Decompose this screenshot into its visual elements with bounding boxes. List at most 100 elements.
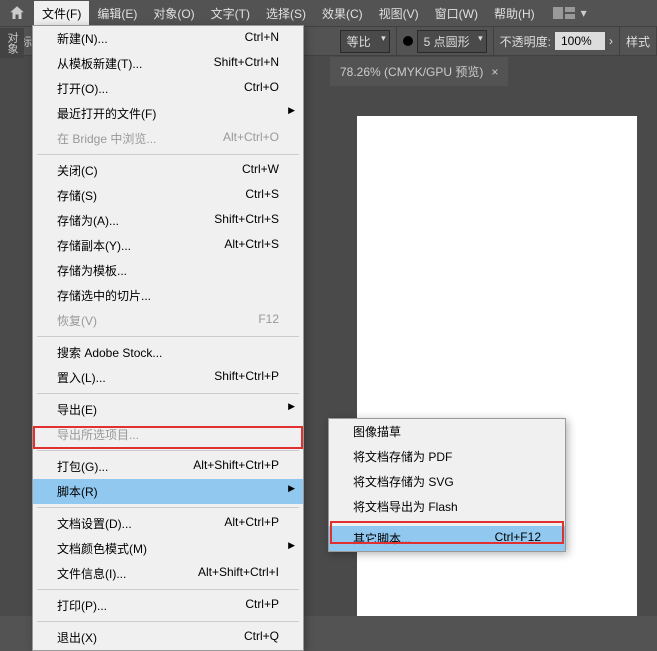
menu-item-label: 文档设置(D)... bbox=[57, 515, 132, 532]
menu-item[interactable]: 存储选中的切片... bbox=[33, 283, 303, 308]
menu-item-label: 存储(S) bbox=[57, 187, 97, 204]
menu-item-label: 置入(L)... bbox=[57, 369, 106, 386]
menu-item[interactable]: 文件(F) bbox=[34, 1, 89, 26]
menu-item[interactable]: 打包(G)... Alt+Shift+Ctrl+P bbox=[33, 454, 303, 479]
menu-shortcut: Alt+Ctrl+S bbox=[224, 237, 279, 254]
menu-item[interactable]: 对象(O) bbox=[145, 1, 202, 26]
menu-separator bbox=[37, 393, 299, 394]
stroke-dropdown[interactable]: 5 点圆形 bbox=[417, 30, 487, 53]
menu-separator bbox=[37, 621, 299, 622]
menu-item-label: 存储为(A)... bbox=[57, 212, 119, 229]
menu-item[interactable]: 搜索 Adobe Stock... bbox=[33, 340, 303, 365]
menu-item[interactable]: 视图(V) bbox=[371, 1, 427, 26]
menu-item[interactable]: 从模板新建(T)... Shift+Ctrl+N bbox=[33, 51, 303, 76]
menu-item-label: 存储为模板... bbox=[57, 262, 127, 279]
tab-title: 78.26% (CMYK/GPU 预览) bbox=[340, 63, 483, 80]
menu-shortcut: Alt+Shift+Ctrl+I bbox=[198, 565, 279, 582]
menu-shortcut: Alt+Shift+Ctrl+P bbox=[193, 458, 279, 475]
opacity-arrow-icon[interactable]: › bbox=[609, 34, 613, 48]
menu-item[interactable]: 其它脚本... Ctrl+F12 bbox=[329, 526, 565, 551]
menu-item[interactable]: 将文档存储为 SVG bbox=[329, 469, 565, 494]
menu-item-label: 存储副本(Y)... bbox=[57, 237, 131, 254]
menu-item: 恢复(V) F12 bbox=[33, 308, 303, 333]
menu-shortcut: F12 bbox=[258, 312, 279, 329]
menu-item-label: 从模板新建(T)... bbox=[57, 55, 142, 72]
menu-item[interactable]: 存储(S) Ctrl+S bbox=[33, 183, 303, 208]
opacity-field[interactable]: 100% bbox=[555, 32, 605, 50]
menu-item-label: 关闭(C) bbox=[57, 162, 98, 179]
scripts-submenu: 图像描草将文档存储为 PDF 将文档存储为 SVG 将文档导出为 Flash 其它脚本… bbox=[328, 418, 566, 552]
menu-separator bbox=[333, 522, 561, 523]
menu-item-label: 打包(G)... bbox=[57, 458, 108, 475]
menu-separator bbox=[37, 154, 299, 155]
menu-item[interactable]: 图像描草 bbox=[329, 419, 565, 444]
menu-item[interactable]: 文件信息(I)... Alt+Shift+Ctrl+I bbox=[33, 561, 303, 586]
opacity-label: 不透明度: bbox=[500, 33, 551, 50]
menu-item[interactable]: 窗口(W) bbox=[427, 1, 486, 26]
menu-item[interactable]: 打开(O)... Ctrl+O bbox=[33, 76, 303, 101]
menu-item[interactable]: 导出(E) ▶ bbox=[33, 397, 303, 422]
menu-shortcut: Shift+Ctrl+N bbox=[214, 55, 279, 72]
menu-separator bbox=[37, 450, 299, 451]
menu-item[interactable]: 存储为模板... bbox=[33, 258, 303, 283]
menu-item-label: 打开(O)... bbox=[57, 80, 108, 97]
menu-item-label: 恢复(V) bbox=[57, 312, 97, 329]
menu-shortcut: Ctrl+F12 bbox=[495, 530, 541, 547]
menu-item[interactable]: 脚本(R)▶ bbox=[33, 479, 303, 504]
submenu-arrow-icon: ▶ bbox=[288, 105, 295, 116]
menu-shortcut: Shift+Ctrl+P bbox=[214, 369, 279, 386]
uniform-dropdown[interactable]: 等比 bbox=[340, 30, 390, 53]
menu-item-label: 搜索 Adobe Stock... bbox=[57, 344, 162, 361]
menu-separator bbox=[37, 336, 299, 337]
side-panel-label[interactable]: 对象 bbox=[0, 28, 24, 58]
menu-shortcut: Alt+Ctrl+P bbox=[224, 515, 279, 532]
menu-item[interactable]: 关闭(C) Ctrl+W bbox=[33, 158, 303, 183]
menu-shortcut: Ctrl+N bbox=[245, 30, 279, 47]
document-tab[interactable]: 78.26% (CMYK/GPU 预览) × bbox=[330, 57, 508, 86]
menu-item-label: 将文档导出为 Flash bbox=[353, 498, 458, 515]
menu-separator bbox=[37, 589, 299, 590]
menu-item[interactable]: 效果(C) bbox=[314, 1, 371, 26]
menubar: 文件(F)编辑(E)对象(O)文字(T)选择(S)效果(C)视图(V)窗口(W)… bbox=[0, 0, 657, 26]
menu-item[interactable]: 最近打开的文件(F) ▶ bbox=[33, 101, 303, 126]
arrange-dropdown-icon[interactable]: ▾ bbox=[581, 6, 587, 20]
menu-item[interactable]: 新建(N)...Ctrl+N bbox=[33, 26, 303, 51]
menu-item: 在 Bridge 中浏览...Alt+Ctrl+O bbox=[33, 126, 303, 151]
menu-item-label: 导出所选项目... bbox=[57, 426, 139, 443]
menu-item[interactable]: 文档设置(D)... Alt+Ctrl+P bbox=[33, 511, 303, 536]
home-icon[interactable] bbox=[8, 4, 26, 22]
menu-item[interactable]: 存储副本(Y)... Alt+Ctrl+S bbox=[33, 233, 303, 258]
menu-shortcut: Ctrl+S bbox=[245, 187, 279, 204]
menu-item[interactable]: 置入(L)... Shift+Ctrl+P bbox=[33, 365, 303, 390]
menu-item-label: 脚本(R) bbox=[57, 483, 98, 500]
menu-item[interactable]: 文档颜色模式(M)▶ bbox=[33, 536, 303, 561]
menu-item[interactable]: 选择(S) bbox=[258, 1, 314, 26]
menu-shortcut: Ctrl+W bbox=[242, 162, 279, 179]
menu-item-label: 最近打开的文件(F) bbox=[57, 105, 156, 122]
arrange-windows-icon[interactable] bbox=[553, 5, 577, 21]
menu-item: 导出所选项目... bbox=[33, 422, 303, 447]
menu-item-label: 存储选中的切片... bbox=[57, 287, 151, 304]
menu-item-label: 文件信息(I)... bbox=[57, 565, 126, 582]
close-icon[interactable]: × bbox=[491, 65, 498, 79]
menu-item[interactable]: 文字(T) bbox=[203, 1, 258, 26]
submenu-arrow-icon: ▶ bbox=[288, 401, 295, 412]
menu-item-label: 导出(E) bbox=[57, 401, 97, 418]
menu-item[interactable]: 退出(X)Ctrl+Q bbox=[33, 625, 303, 650]
menu-item-label: 其它脚本... bbox=[353, 530, 411, 547]
menu-item[interactable]: 将文档导出为 Flash bbox=[329, 494, 565, 519]
style-label: 样式 bbox=[626, 33, 650, 50]
menu-item[interactable]: 存储为(A)... Shift+Ctrl+S bbox=[33, 208, 303, 233]
menu-item[interactable]: 打印(P)...Ctrl+P bbox=[33, 593, 303, 618]
menu-shortcut: Ctrl+O bbox=[244, 80, 279, 97]
menu-item-label: 在 Bridge 中浏览... bbox=[57, 130, 156, 147]
menu-item[interactable]: 将文档存储为 PDF bbox=[329, 444, 565, 469]
menu-shortcut: Ctrl+P bbox=[245, 597, 279, 614]
menu-item[interactable]: 帮助(H) bbox=[486, 1, 543, 26]
menu-item-label: 文档颜色模式(M) bbox=[57, 540, 147, 557]
stroke-preview[interactable]: 5 点圆形 bbox=[397, 27, 494, 55]
menu-item-label: 将文档存储为 PDF bbox=[353, 448, 452, 465]
file-menu: 新建(N)...Ctrl+N 从模板新建(T)... Shift+Ctrl+N 打开(… bbox=[32, 25, 304, 651]
menu-shortcut: Shift+Ctrl+S bbox=[214, 212, 279, 229]
menu-item[interactable]: 编辑(E) bbox=[89, 1, 145, 26]
